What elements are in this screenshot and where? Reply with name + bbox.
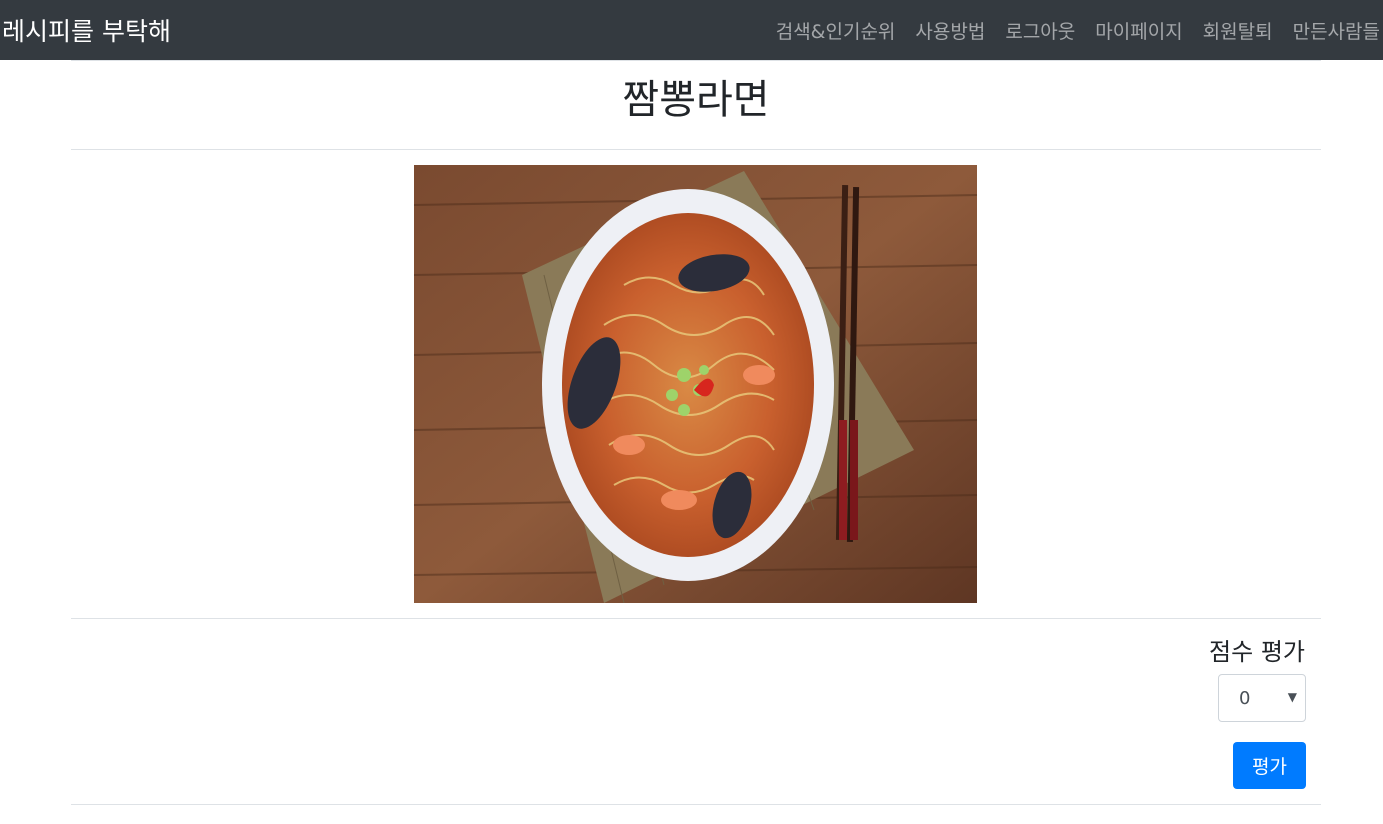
nav-link-credits[interactable]: 만든사람들: [1293, 17, 1380, 44]
nav-link-mypage[interactable]: 마이페이지: [1095, 17, 1182, 44]
rating-label: 점수 평가: [1209, 638, 1305, 666]
divider-title: [71, 149, 1321, 150]
nav-link-search-ranking[interactable]: 검색&인기순위: [776, 17, 896, 44]
chevron-down-icon: ▼: [1287, 690, 1297, 704]
divider-top: [71, 60, 1321, 61]
score-select[interactable]: 0 ▼: [1218, 674, 1306, 722]
nav-link-logout[interactable]: 로그아웃: [1005, 17, 1075, 44]
divider-image: [71, 618, 1321, 619]
recipe-title: 짬뽕라면: [622, 77, 770, 123]
score-select-value: 0: [1239, 687, 1251, 709]
nav-link-withdraw[interactable]: 회원탈퇴: [1203, 17, 1273, 44]
brand-link[interactable]: 레시피를 부탁해: [0, 12, 171, 48]
nav-link-how-to-use[interactable]: 사용방법: [915, 17, 985, 44]
recipe-image: [414, 165, 977, 603]
navbar: 레시피를 부탁해 검색&인기순위 사용방법 로그아웃 마이페이지 회원탈퇴 만든…: [0, 0, 1383, 60]
rate-button[interactable]: 평가: [1233, 742, 1306, 789]
divider-bottom: [71, 804, 1321, 805]
nav-links: 검색&인기순위 사용방법 로그아웃 마이페이지 회원탈퇴 만든사람들: [756, 0, 1383, 60]
